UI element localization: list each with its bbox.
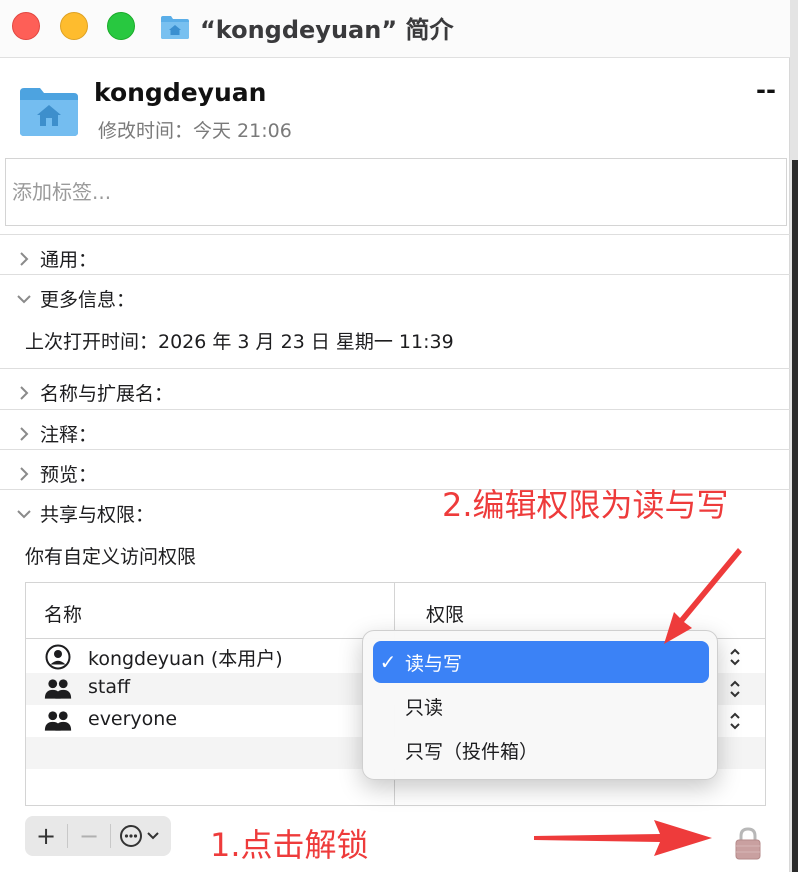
section-name-ext: 名称与扩展名： <box>0 368 790 410</box>
comments-label: 注释： <box>40 424 98 446</box>
window-title-text: “kongdeyuan” 简介 <box>200 15 454 44</box>
chevron-right-icon <box>20 385 29 400</box>
title-bar: “kongdeyuan” 简介 <box>0 0 790 58</box>
annotation-step-1: 1.点击解锁 <box>210 826 369 864</box>
group-icon <box>44 711 72 731</box>
ellipsis-circle-icon <box>120 825 159 847</box>
annotation-step-2: 2.编辑权限为读与写 <box>442 486 729 524</box>
annotation-arrow-down <box>664 548 742 644</box>
row-name: staff <box>88 676 131 698</box>
comments-toggle[interactable]: 注释： <box>14 420 97 447</box>
chevron-down-icon <box>17 294 31 303</box>
chevron-down-icon <box>17 509 31 518</box>
window-edge <box>790 0 798 872</box>
last-opened: 上次打开时间：2026 年 3 月 23 日 星期一 11:39 <box>25 331 454 353</box>
row-name: kongdeyuan (本用户) <box>88 648 283 670</box>
row-name: everyone <box>88 708 178 730</box>
file-name: kongdeyuan <box>94 78 267 107</box>
general-label: 通用： <box>40 249 98 271</box>
section-comments: 注释： <box>0 409 790 449</box>
remove-button[interactable]: − <box>68 816 110 856</box>
section-general: 通用： <box>0 234 790 274</box>
window-title: “kongdeyuan” 简介 <box>160 10 453 44</box>
chevron-right-icon <box>20 466 29 481</box>
permissions-toolbar: + − <box>25 816 171 856</box>
column-name-header[interactable]: 名称 <box>44 600 82 627</box>
column-privilege-header[interactable]: 权限 <box>426 600 464 627</box>
general-toggle[interactable]: 通用： <box>14 245 97 272</box>
more-info-label: 更多信息： <box>40 289 136 311</box>
info-window: “kongdeyuan” 简介 kongdeyuan 修改时间：今天 21:06… <box>0 0 790 872</box>
annotation-arrow-right <box>534 820 712 856</box>
file-header: kongdeyuan 修改时间：今天 21:06 -- <box>0 58 790 158</box>
name-ext-label: 名称与扩展名： <box>40 383 174 405</box>
menu-item-write-only[interactable]: 只写（投件箱） <box>373 729 709 771</box>
zoom-button[interactable] <box>107 12 135 40</box>
privilege-popup-menu: ✓ 读与写 只读 只写（投件箱） <box>362 630 718 780</box>
stepper-icon[interactable] <box>728 678 742 700</box>
file-size: -- <box>756 76 776 104</box>
menu-item-label: 只写（投件箱） <box>405 740 539 763</box>
menu-item-label: 读与写 <box>405 652 463 675</box>
modified-date: 修改时间：今天 21:06 <box>98 120 292 142</box>
action-menu-button[interactable] <box>111 816 171 856</box>
chevron-right-icon <box>20 426 29 441</box>
lock-icon[interactable] <box>734 826 762 860</box>
tags-input[interactable] <box>5 158 787 226</box>
name-ext-toggle[interactable]: 名称与扩展名： <box>14 379 173 406</box>
preview-toggle[interactable]: 预览： <box>14 460 97 487</box>
chevron-right-icon <box>20 251 29 266</box>
menu-item-label: 只读 <box>405 696 444 719</box>
stepper-icon[interactable] <box>728 710 742 732</box>
menu-item-read-only[interactable]: 只读 <box>373 685 709 727</box>
sharing-toggle[interactable]: 共享与权限： <box>14 500 154 527</box>
group-icon <box>44 679 72 699</box>
checkmark-icon: ✓ <box>379 650 397 674</box>
home-folder-icon <box>161 16 189 39</box>
add-button[interactable]: + <box>25 816 67 856</box>
user-icon <box>45 644 71 670</box>
section-more-info: 更多信息： 上次打开时间：2026 年 3 月 23 日 星期一 11:39 <box>0 274 790 366</box>
preview-label: 预览： <box>40 464 98 486</box>
more-info-toggle[interactable]: 更多信息： <box>14 285 135 312</box>
close-button[interactable] <box>12 12 40 40</box>
home-folder-icon <box>20 88 78 136</box>
minimize-button[interactable] <box>60 12 88 40</box>
sharing-label: 共享与权限： <box>40 504 155 526</box>
custom-access-text: 你有自定义访问权限 <box>25 546 197 568</box>
